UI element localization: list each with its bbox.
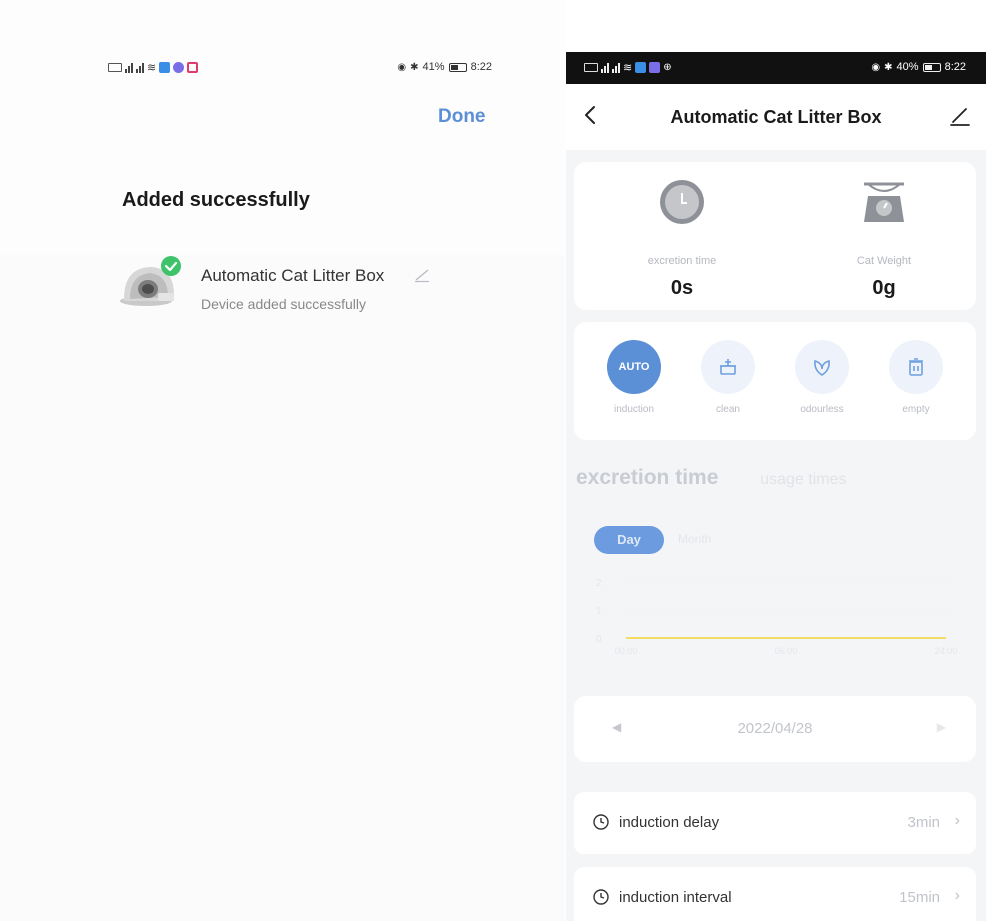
mode-label: induction <box>613 404 655 415</box>
chart-area: Day Month 2 1 0 00:00 06:00 24:00 <box>574 510 976 686</box>
x-tick-label: 00:00 <box>615 646 638 656</box>
scale-icon <box>864 182 904 222</box>
wifi-icon: ≋ <box>147 62 157 74</box>
alarm-icon: ◉ <box>397 61 407 73</box>
clean-icon[interactable] <box>701 340 755 394</box>
mode-label: empty <box>902 404 930 415</box>
device-row[interactable]: Automatic Cat Litter Box Device added su… <box>118 255 448 315</box>
status-time: 8:22 <box>470 61 492 73</box>
app-icon <box>173 62 185 73</box>
y-tick-label: 2 <box>596 578 602 589</box>
battery-percent: 40% <box>896 61 919 73</box>
status-bar: ≋ ◉ ✱ 41% 8:22 <box>108 60 492 78</box>
done-button[interactable]: Done <box>438 106 486 128</box>
device-name: Automatic Cat Litter Box <box>201 266 385 285</box>
status-right: ◉ ✱ 41% 8:22 <box>397 61 492 73</box>
right-screen: ≋ ⊕ ◉ ✱ 40% 8:22 Automatic Cat Litter Bo… <box>566 52 986 921</box>
timer-icon <box>593 889 609 905</box>
status-bar: ≋ ⊕ ◉ ✱ 40% 8:22 <box>566 52 986 84</box>
setting-induction-interval[interactable]: induction interval 15min › <box>574 867 976 921</box>
status-time: 8:22 <box>944 61 966 73</box>
status-icons: ≋ ⊕ <box>584 61 672 74</box>
next-date-arrow-icon[interactable]: ▶ <box>937 720 946 734</box>
app-icon: ⊕ <box>663 62 672 73</box>
tab-usage-times[interactable]: usage times <box>760 471 846 488</box>
auto-icon-text: AUTO <box>618 361 650 373</box>
wifi-icon: ≋ <box>623 62 633 74</box>
check-badge-icon <box>161 256 181 276</box>
edit-icon[interactable] <box>948 104 972 128</box>
auto-icon[interactable]: AUTO <box>607 340 661 394</box>
nav-bar: Automatic Cat Litter Box <box>566 84 986 150</box>
setting-value: 15min <box>899 889 940 906</box>
mode-label: odourless <box>800 404 844 415</box>
signal-icon <box>136 62 144 73</box>
trash-icon[interactable] <box>889 340 943 394</box>
setting-induction-delay[interactable]: induction delay 3min › <box>574 792 976 854</box>
excretion-chart: 2 1 0 00:00 06:00 24:00 <box>596 578 958 656</box>
app-icon <box>635 62 647 73</box>
battery-percent: 41% <box>422 61 445 73</box>
mode-card: AUTO induction clean odourless empty <box>574 322 976 440</box>
day-toggle[interactable]: Day <box>594 526 664 554</box>
page-title: Added successfully <box>122 189 310 211</box>
y-tick-label: 0 <box>596 634 602 645</box>
page-title: Automatic Cat Litter Box <box>670 107 882 127</box>
setting-value: 3min <box>907 814 940 831</box>
status-right: ◉ ✱ 40% 8:22 <box>871 61 966 73</box>
signal-icon <box>125 62 133 73</box>
mode-clean[interactable]: clean <box>688 340 768 415</box>
setting-label: induction delay <box>619 814 720 831</box>
chevron-right-icon: › <box>954 812 960 829</box>
leaf-icon-glyph <box>814 359 830 376</box>
stat-value: 0s <box>670 277 694 299</box>
alarm-icon: ◉ <box>871 61 881 73</box>
mode-induction[interactable]: AUTO induction <box>594 340 674 415</box>
status-icons: ≋ <box>108 61 199 74</box>
stats-card: excretion time 0s Cat Weight 0g <box>574 162 976 310</box>
bluetooth-icon: ✱ <box>884 61 893 73</box>
edit-name-icon[interactable] <box>413 265 431 283</box>
timer-icon <box>593 814 609 830</box>
date-selector: ◀ 2022/04/28 ▶ <box>574 696 976 762</box>
battery-icon <box>922 62 941 72</box>
left-screen: ≋ ◉ ✱ 41% 8:22 Done Added successfully A… <box>0 0 565 921</box>
stat-value: 0g <box>872 277 896 299</box>
setting-label: induction interval <box>619 889 732 906</box>
current-date: 2022/04/28 <box>737 720 813 737</box>
sim-icon <box>108 63 122 72</box>
device-status: Device added successfully <box>201 296 366 312</box>
signal-icon <box>601 62 609 73</box>
battery-icon <box>448 62 467 72</box>
app-icon <box>159 62 171 73</box>
signal-icon <box>612 62 620 73</box>
y-tick-label: 1 <box>596 606 602 617</box>
app-icon <box>649 62 661 73</box>
excretion-time-stat: excretion time 0s <box>602 176 762 300</box>
x-tick-label: 06:00 <box>775 646 798 656</box>
sim-icon <box>584 63 598 72</box>
mode-label: clean <box>716 404 740 415</box>
month-toggle[interactable]: Month <box>678 532 711 546</box>
bluetooth-icon: ✱ <box>410 61 419 73</box>
stat-label: Cat Weight <box>856 255 912 267</box>
stats-tabs: excretion time usage times <box>576 466 847 490</box>
mode-empty[interactable]: empty <box>876 340 956 415</box>
leaf-icon[interactable] <box>795 340 849 394</box>
app-icon <box>187 62 199 73</box>
clean-icon-glyph <box>720 359 736 375</box>
clock-icon <box>660 180 704 224</box>
mode-odourless[interactable]: odourless <box>782 340 862 415</box>
x-tick-label: 24:00 <box>935 646 958 656</box>
stat-label: excretion time <box>647 255 717 267</box>
tab-excretion-time[interactable]: excretion time <box>576 466 718 489</box>
trash-icon-glyph <box>909 358 923 376</box>
chevron-right-icon: › <box>954 887 960 904</box>
cat-weight-stat: Cat Weight 0g <box>804 176 964 300</box>
